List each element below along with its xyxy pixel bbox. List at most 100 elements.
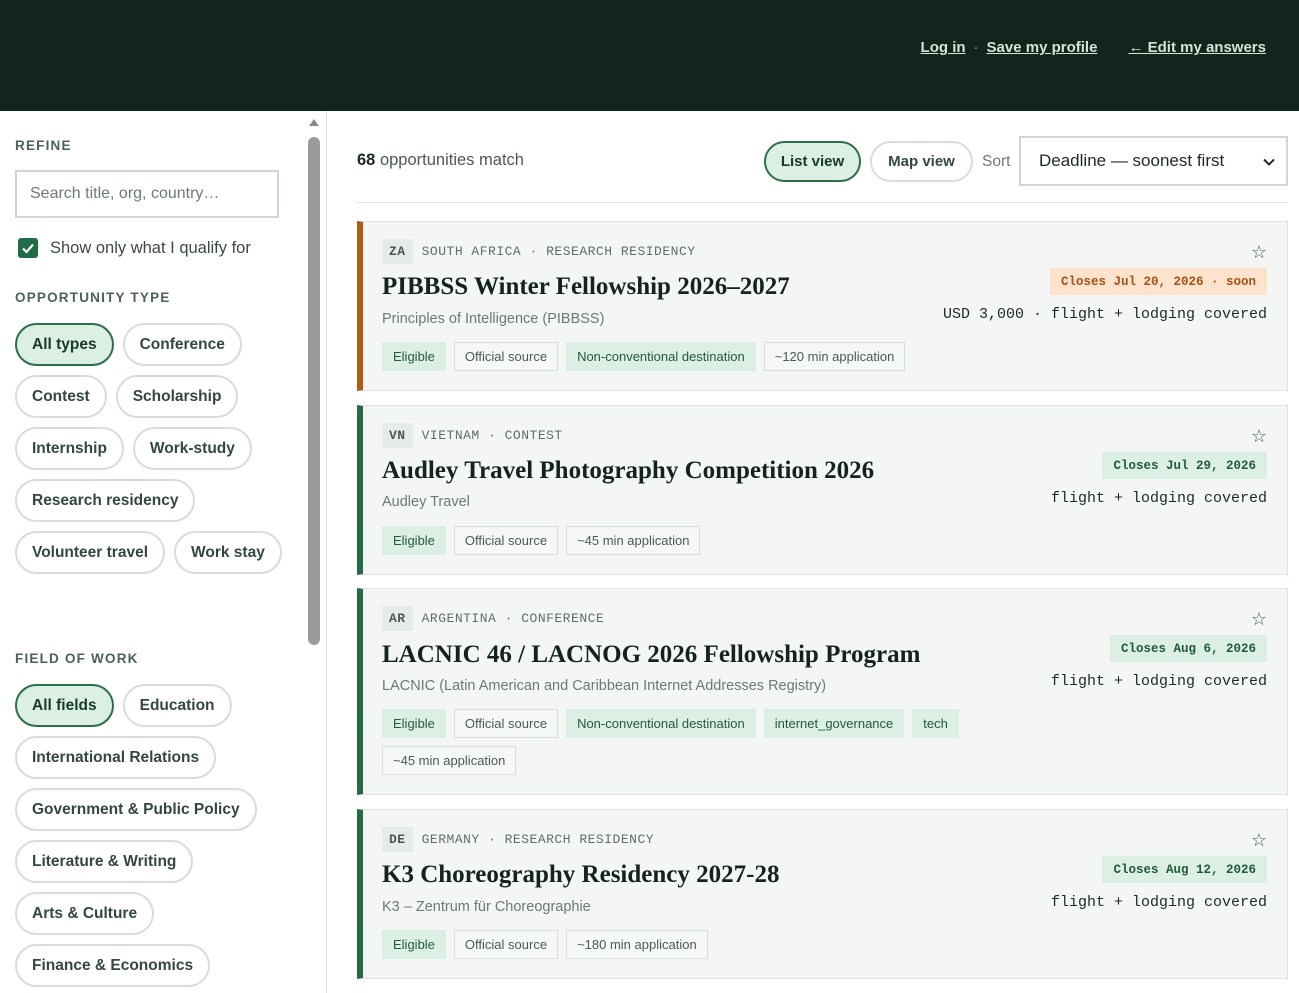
refine-label: REFINE xyxy=(15,138,72,153)
card-meta: AR ARGENTINA · CONFERENCE xyxy=(382,606,604,631)
tag-tech: tech xyxy=(912,709,959,738)
results-count: 68 opportunities match xyxy=(357,151,524,170)
chip-field-government[interactable]: Government & Public Policy xyxy=(15,788,257,831)
results-divider xyxy=(357,202,1288,203)
tag-eligible: Eligible xyxy=(382,526,446,555)
card-tags: Eligible Official source ~180 min applic… xyxy=(382,930,1002,959)
card-org: Principles of Intelligence (PIBBSS) xyxy=(382,311,605,327)
field-of-work-label: FIELD OF WORK xyxy=(15,651,139,666)
chip-field-arts[interactable]: Arts & Culture xyxy=(15,892,155,935)
sort-value: Deadline — soonest first xyxy=(1039,151,1225,170)
deadline-badge: Closes Jul 20, 2026 · soon xyxy=(1049,268,1267,295)
opportunity-card[interactable]: AR ARGENTINA · CONFERENCE LACNIC 46 / LA… xyxy=(357,588,1288,795)
card-title[interactable]: Audley Travel Photography Competition 20… xyxy=(382,457,874,485)
country-code: ZA xyxy=(382,239,413,264)
list-view-button[interactable]: List view xyxy=(764,141,861,182)
funding-info: flight + lodging covered xyxy=(1050,490,1267,507)
tag-official-source: Official source xyxy=(453,526,559,555)
results-count-number: 68 xyxy=(357,151,376,169)
star-icon[interactable]: ☆ xyxy=(1251,609,1267,630)
card-title[interactable]: LACNIC 46 / LACNOG 2026 Fellowship Progr… xyxy=(382,641,920,669)
scroll-up-arrow[interactable] xyxy=(309,119,319,126)
card-title[interactable]: PIBBSS Winter Fellowship 2026–2027 xyxy=(382,273,790,301)
card-meta: DE GERMANY · RESEARCH RESIDENCY xyxy=(382,827,654,852)
sort-label: Sort xyxy=(982,153,1011,170)
chip-type-conference[interactable]: Conference xyxy=(122,323,242,366)
card-org: LACNIC (Latin American and Caribbean Int… xyxy=(382,678,827,694)
chip-type-work-study[interactable]: Work-study xyxy=(132,427,252,470)
header-links: Log in · Save my profile ← Edit my answe… xyxy=(921,39,1266,56)
tag-eligible: Eligible xyxy=(382,709,446,738)
opportunity-card[interactable]: DE GERMANY · RESEARCH RESIDENCY K3 Chore… xyxy=(357,809,1288,979)
chip-type-volunteer-travel[interactable]: Volunteer travel xyxy=(15,531,166,574)
check-icon xyxy=(22,243,34,254)
opportunity-card[interactable]: ZA SOUTH AFRICA · RESEARCH RESIDENCY PIB… xyxy=(357,221,1288,391)
star-icon[interactable]: ☆ xyxy=(1251,242,1267,263)
qualify-checkbox[interactable] xyxy=(18,238,38,258)
edit-answers-link[interactable]: ← Edit my answers xyxy=(1128,39,1266,56)
card-location-type: ARGENTINA · CONFERENCE xyxy=(421,611,605,626)
funding-info: USD 3,000 · flight + lodging covered xyxy=(942,306,1267,323)
chip-type-work-stay[interactable]: Work stay xyxy=(174,531,282,574)
type-chips: All types Conference Contest Scholarship… xyxy=(15,323,305,574)
search-input[interactable] xyxy=(15,170,279,218)
tag-application-time: ~180 min application xyxy=(566,930,708,959)
top-header: Log in · Save my profile ← Edit my answe… xyxy=(0,0,1299,111)
chip-type-internship[interactable]: Internship xyxy=(15,427,124,470)
deadline-badge: Closes Jul 29, 2026 xyxy=(1102,452,1267,479)
card-meta: VN VIETNAM · CONTEST xyxy=(382,423,563,448)
chip-field-finance[interactable]: Finance & Economics xyxy=(15,944,211,987)
chip-field-all[interactable]: All fields xyxy=(15,684,114,727)
deadline-badge: Closes Aug 12, 2026 xyxy=(1102,856,1267,883)
tag-eligible: Eligible xyxy=(382,930,446,959)
card-org: K3 – Zentrum für Choreographie xyxy=(382,899,591,915)
chip-type-scholarship[interactable]: Scholarship xyxy=(115,375,239,418)
funding-info: flight + lodging covered xyxy=(1050,673,1267,690)
sort-select[interactable]: Deadline — soonest first xyxy=(1019,136,1288,186)
header-separator: · xyxy=(973,39,979,56)
country-code: DE xyxy=(382,827,413,852)
chip-field-international-relations[interactable]: International Relations xyxy=(15,736,217,779)
qualify-label: Show only what I qualify for xyxy=(50,238,251,257)
funding-info: flight + lodging covered xyxy=(1050,894,1267,911)
tag-eligible: Eligible xyxy=(382,342,446,371)
filter-sidebar: REFINE Show only what I qualify for OPPO… xyxy=(0,111,327,993)
results-panel: 68 opportunities match List view Map vie… xyxy=(327,111,1299,993)
field-chips: All fields Education International Relat… xyxy=(15,684,305,987)
card-tags: Eligible Official source ~45 min applica… xyxy=(382,526,1002,555)
deadline-badge: Closes Aug 6, 2026 xyxy=(1109,635,1267,662)
tag-official-source: Official source xyxy=(453,342,559,371)
card-org: Audley Travel xyxy=(382,494,470,510)
card-location-type: SOUTH AFRICA · RESEARCH RESIDENCY xyxy=(421,244,696,259)
map-view-button[interactable]: Map view xyxy=(870,141,973,182)
star-icon[interactable]: ☆ xyxy=(1251,830,1267,851)
save-profile-link[interactable]: Save my profile xyxy=(987,39,1098,56)
card-meta: ZA SOUTH AFRICA · RESEARCH RESIDENCY xyxy=(382,239,696,264)
tag-official-source: Official source xyxy=(453,709,559,738)
country-code: VN xyxy=(382,423,413,448)
chip-field-literature[interactable]: Literature & Writing xyxy=(15,840,194,883)
tag-application-time: ~120 min application xyxy=(763,342,906,371)
tag-internet-governance: internet_governance xyxy=(763,709,905,738)
chip-type-contest[interactable]: Contest xyxy=(15,375,107,418)
chip-type-all[interactable]: All types xyxy=(15,323,114,366)
card-location-type: VIETNAM · CONTEST xyxy=(421,428,563,443)
opportunity-card[interactable]: VN VIETNAM · CONTEST Audley Travel Photo… xyxy=(357,405,1288,575)
card-location-type: GERMANY · RESEARCH RESIDENCY xyxy=(421,832,655,847)
tag-non-conventional: Non-conventional destination xyxy=(566,709,756,738)
star-icon[interactable]: ☆ xyxy=(1251,426,1267,447)
card-tags: Eligible Official source Non-conventiona… xyxy=(382,709,1002,775)
tag-application-time: ~45 min application xyxy=(382,746,517,775)
chip-type-research-residency[interactable]: Research residency xyxy=(15,479,196,522)
login-link[interactable]: Log in xyxy=(921,39,966,56)
card-tags: Eligible Official source Non-conventiona… xyxy=(382,342,1002,371)
tag-non-conventional: Non-conventional destination xyxy=(566,342,756,371)
chip-field-education[interactable]: Education xyxy=(122,684,232,727)
tag-application-time: ~45 min application xyxy=(566,526,701,555)
card-title[interactable]: K3 Choreography Residency 2027-28 xyxy=(382,861,779,889)
sidebar-scrollbar[interactable] xyxy=(308,137,320,645)
chevron-down-icon xyxy=(1263,158,1275,166)
qualify-filter[interactable]: Show only what I qualify for xyxy=(18,238,251,258)
country-code: AR xyxy=(382,606,413,631)
opportunity-type-label: OPPORTUNITY TYPE xyxy=(15,290,171,305)
